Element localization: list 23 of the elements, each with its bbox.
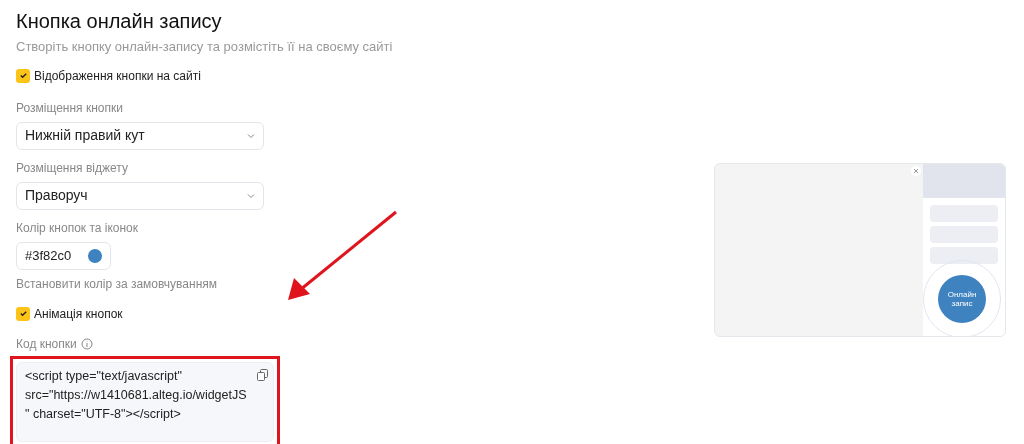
page-subtitle: Створіть кнопку онлайн-запису та розмістіть її на своєму сайті bbox=[16, 38, 393, 56]
check-icon bbox=[18, 71, 28, 80]
field-label: Код кнопки bbox=[16, 335, 77, 353]
color-swatch[interactable] bbox=[88, 248, 102, 263]
code-box[interactable]: <script type="text/javascript" src="https://w1410681.alteg.io/widgetJS" charset="UTF-8"></script> bbox=[16, 361, 274, 442]
checkbox-label: Анімація кнопок bbox=[34, 305, 123, 323]
color-field[interactable]: #3f82c0 bbox=[16, 241, 111, 270]
chevron-icon bbox=[247, 192, 255, 199]
reset-color-link[interactable]: Встановити колір за замовчуванням bbox=[16, 274, 393, 293]
field-label: Розміщення віджету bbox=[16, 159, 129, 177]
field-label: Розміщення кнопки bbox=[16, 99, 124, 117]
dropdown[interactable]: Нижній правий кут bbox=[16, 121, 264, 150]
close-icon bbox=[911, 166, 921, 176]
field-label: Колір кнопок та іконок bbox=[16, 219, 140, 237]
checkbox-label: Відображення кнопки на сайті bbox=[34, 67, 201, 85]
page-title: Кнопка онлайн запису bbox=[16, 9, 223, 34]
copy-icon[interactable] bbox=[257, 368, 269, 381]
chevron-icon bbox=[247, 132, 255, 139]
checkbox[interactable] bbox=[16, 306, 30, 321]
dropdown[interactable]: Праворуч bbox=[16, 181, 264, 210]
check-icon bbox=[18, 309, 28, 318]
checkbox[interactable] bbox=[16, 68, 30, 83]
code-text: <script type="text/javascript" src="https://w1410681.alteg.io/widgetJS" charset="UTF-8"></script> bbox=[25, 368, 247, 421]
